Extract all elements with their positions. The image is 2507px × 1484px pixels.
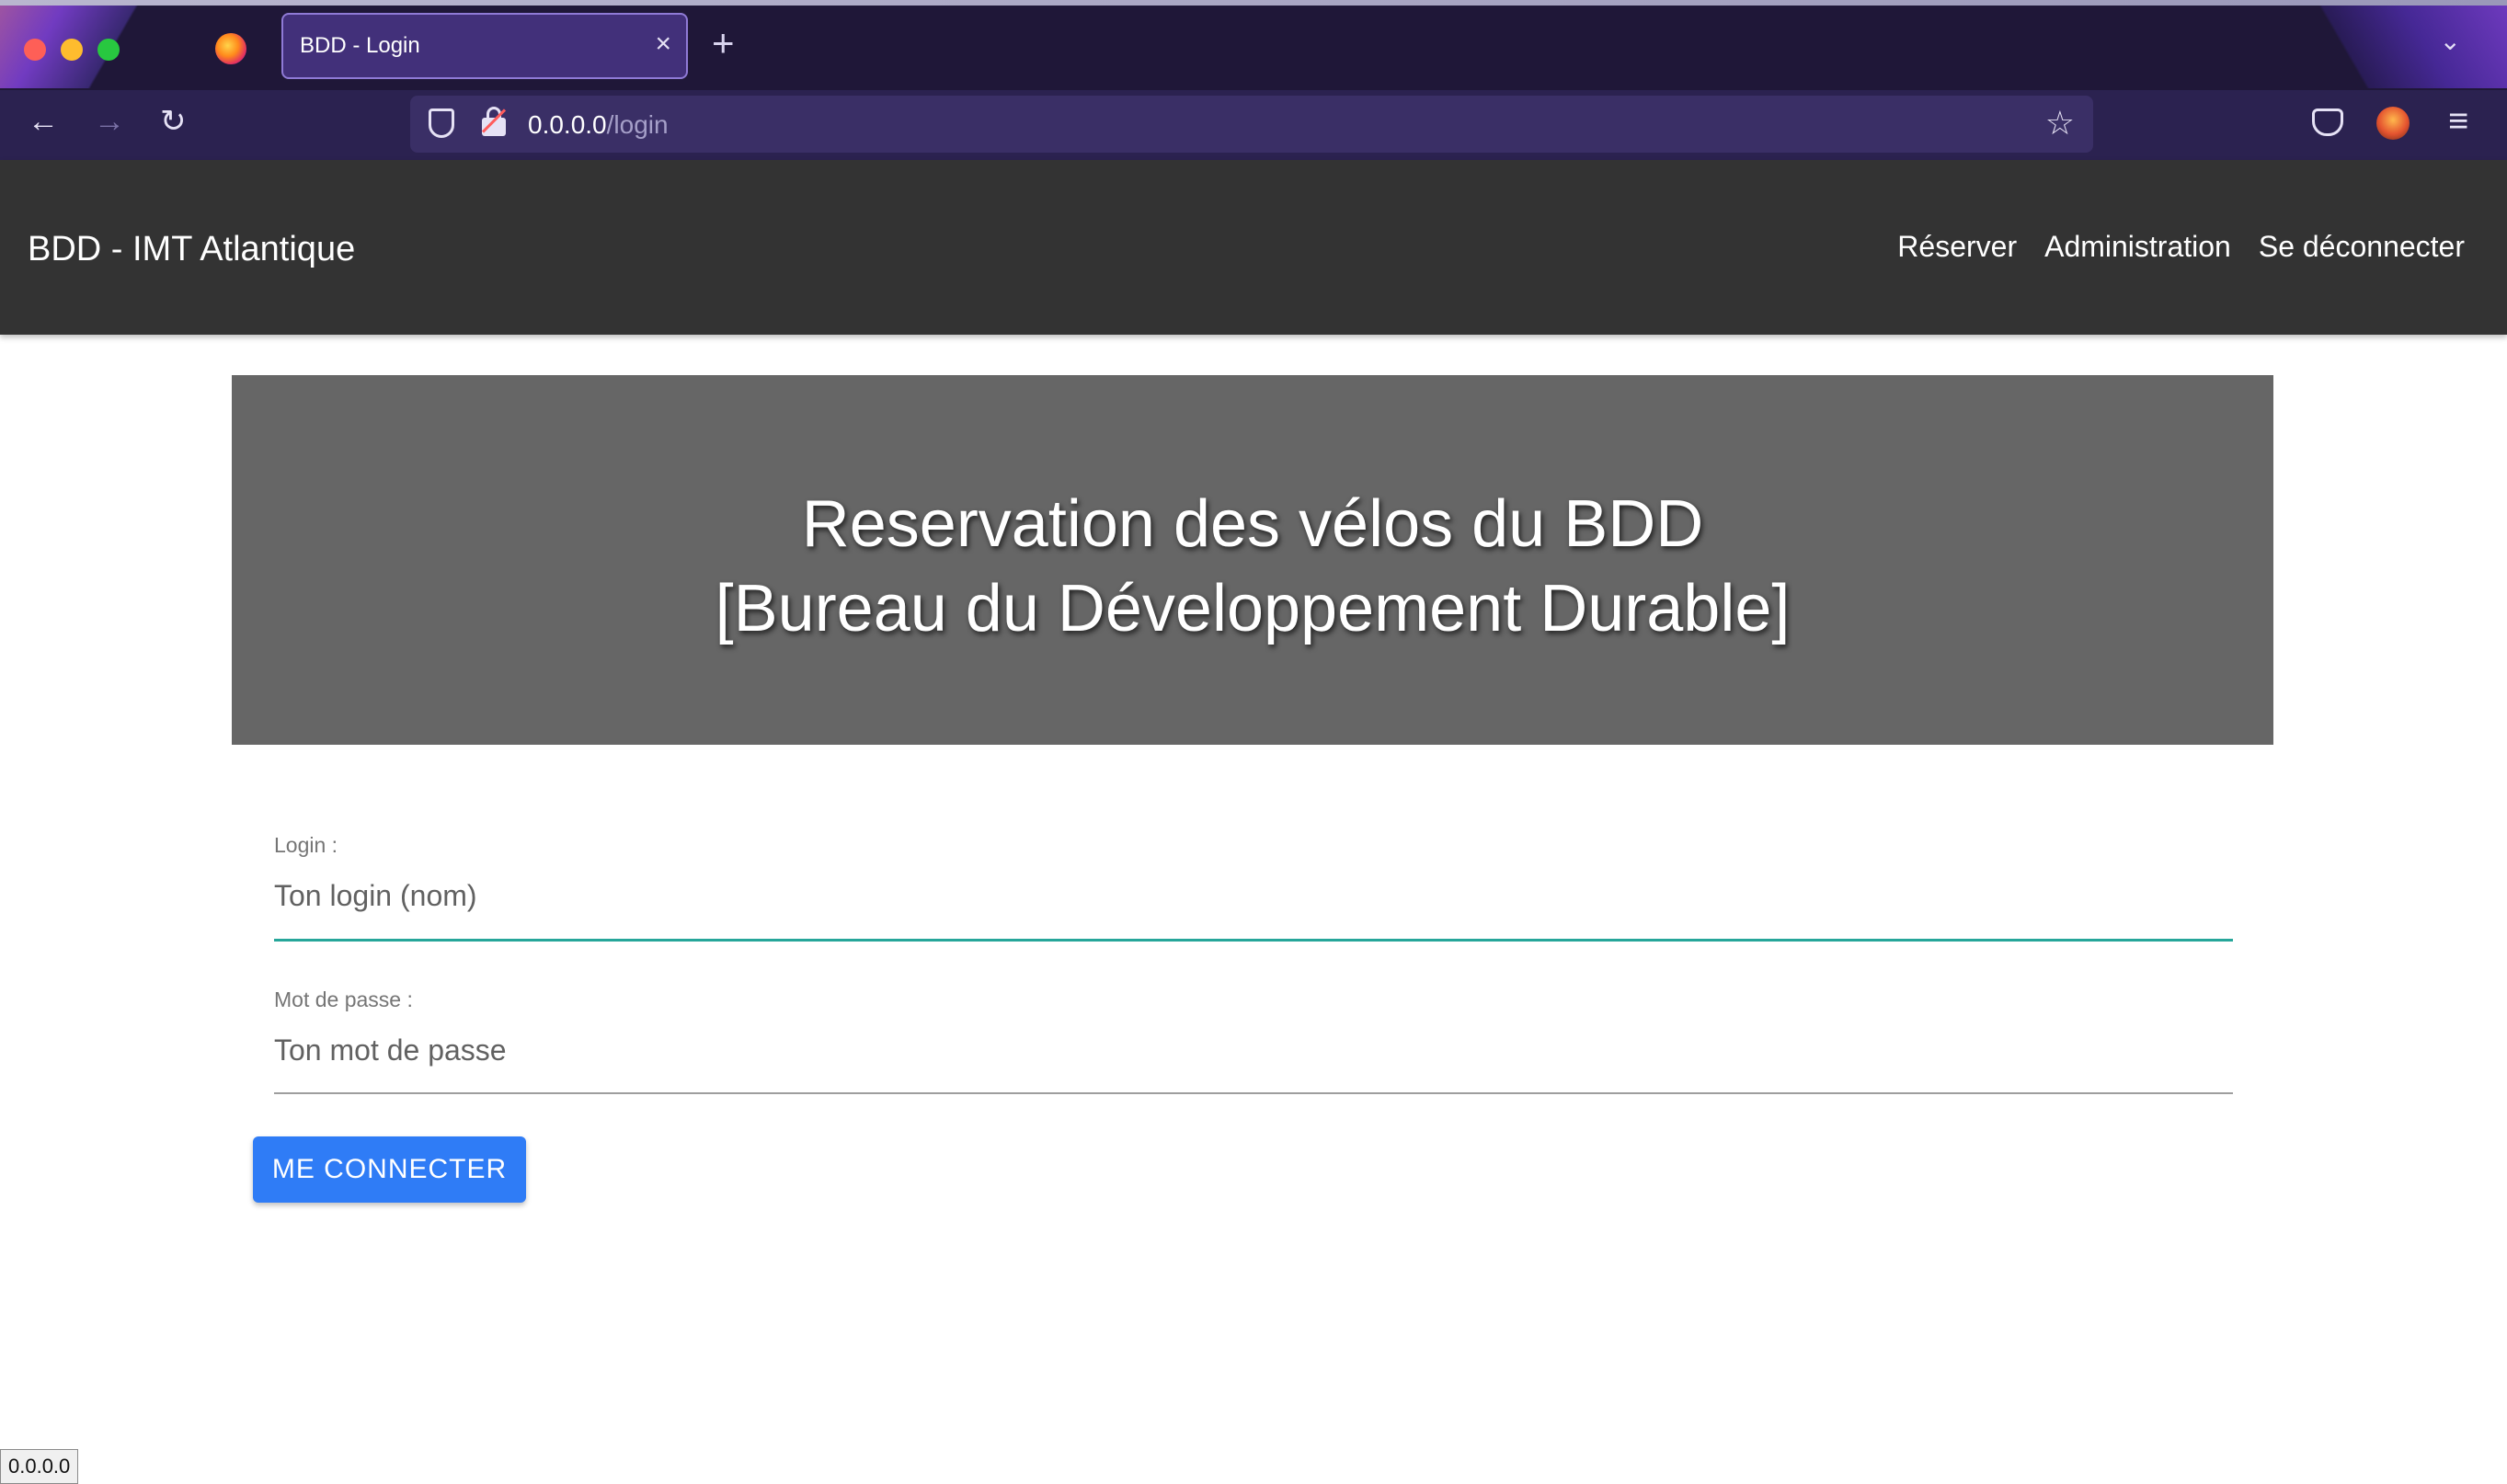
forward-arrow-icon[interactable]: → bbox=[94, 103, 125, 140]
hamburger-menu-icon[interactable]: ≡ bbox=[2448, 101, 2468, 142]
hero-title-line-2: [Bureau du Développement Durable] bbox=[715, 572, 1791, 645]
url-bar[interactable]: 0.0.0.0/login ☆ bbox=[410, 96, 2093, 153]
url-host: 0.0.0.0 bbox=[528, 110, 607, 139]
pocket-icon[interactable] bbox=[2312, 108, 2343, 136]
close-tab-icon[interactable]: × bbox=[655, 29, 671, 59]
login-field: Login : bbox=[274, 833, 2233, 942]
browser-chrome: BDD - Login × + ⌄ ← → ↻ 0.0.0.0/login ☆ … bbox=[0, 0, 2507, 160]
tab-title: BDD - Login bbox=[300, 33, 420, 58]
hero-title: Reservation des vélos du BDD [Bureau du … bbox=[232, 482, 2273, 651]
account-icon[interactable] bbox=[2376, 107, 2410, 140]
nav-link-administration[interactable]: Administration bbox=[2044, 230, 2231, 264]
tab-list-chevron-icon[interactable]: ⌄ bbox=[2440, 26, 2461, 56]
login-label: Login : bbox=[274, 833, 338, 857]
nav-link-logout[interactable]: Se déconnecter bbox=[2259, 230, 2465, 264]
bookmark-star-icon[interactable]: ☆ bbox=[2045, 105, 2075, 142]
login-input[interactable] bbox=[274, 870, 2233, 921]
login-input-underline bbox=[274, 939, 2233, 942]
nav-links: Réserver Administration Se déconnecter bbox=[1897, 230, 2465, 264]
insecure-lock-icon[interactable] bbox=[481, 107, 507, 138]
connect-button[interactable]: ME CONNECTER bbox=[253, 1136, 526, 1203]
new-tab-icon[interactable]: + bbox=[712, 22, 735, 64]
hero-title-line-1: Reservation des vélos du BDD bbox=[801, 487, 1704, 561]
url-path: /login bbox=[606, 110, 669, 139]
url-text[interactable]: 0.0.0.0/login bbox=[528, 110, 669, 140]
browser-toolbar: ← → ↻ 0.0.0.0/login ☆ ≡ bbox=[0, 90, 2507, 160]
password-input[interactable] bbox=[274, 1024, 2233, 1076]
close-window-button[interactable] bbox=[24, 39, 46, 61]
tab-active[interactable]: BDD - Login × bbox=[281, 13, 688, 79]
shield-icon[interactable] bbox=[429, 108, 454, 138]
status-url-tooltip: 0.0.0.0 bbox=[0, 1449, 79, 1484]
nav-link-reserver[interactable]: Réserver bbox=[1897, 230, 2017, 264]
app-navbar: BDD - IMT Atlantique Réserver Administra… bbox=[0, 160, 2507, 335]
reload-icon[interactable]: ↻ bbox=[160, 103, 187, 140]
back-arrow-icon[interactable]: ← bbox=[28, 103, 59, 140]
minimize-window-button[interactable] bbox=[61, 39, 83, 61]
password-field: Mot de passe : bbox=[274, 987, 2233, 1094]
tab-bar: BDD - Login × + ⌄ bbox=[0, 6, 2507, 90]
hero-banner: Reservation des vélos du BDD [Bureau du … bbox=[232, 375, 2273, 745]
firefox-icon[interactable] bbox=[215, 33, 246, 64]
password-label: Mot de passe : bbox=[274, 987, 413, 1011]
maximize-window-button[interactable] bbox=[97, 39, 120, 61]
brand-logo-text[interactable]: BDD - IMT Atlantique bbox=[28, 230, 355, 269]
password-input-underline bbox=[274, 1092, 2233, 1094]
